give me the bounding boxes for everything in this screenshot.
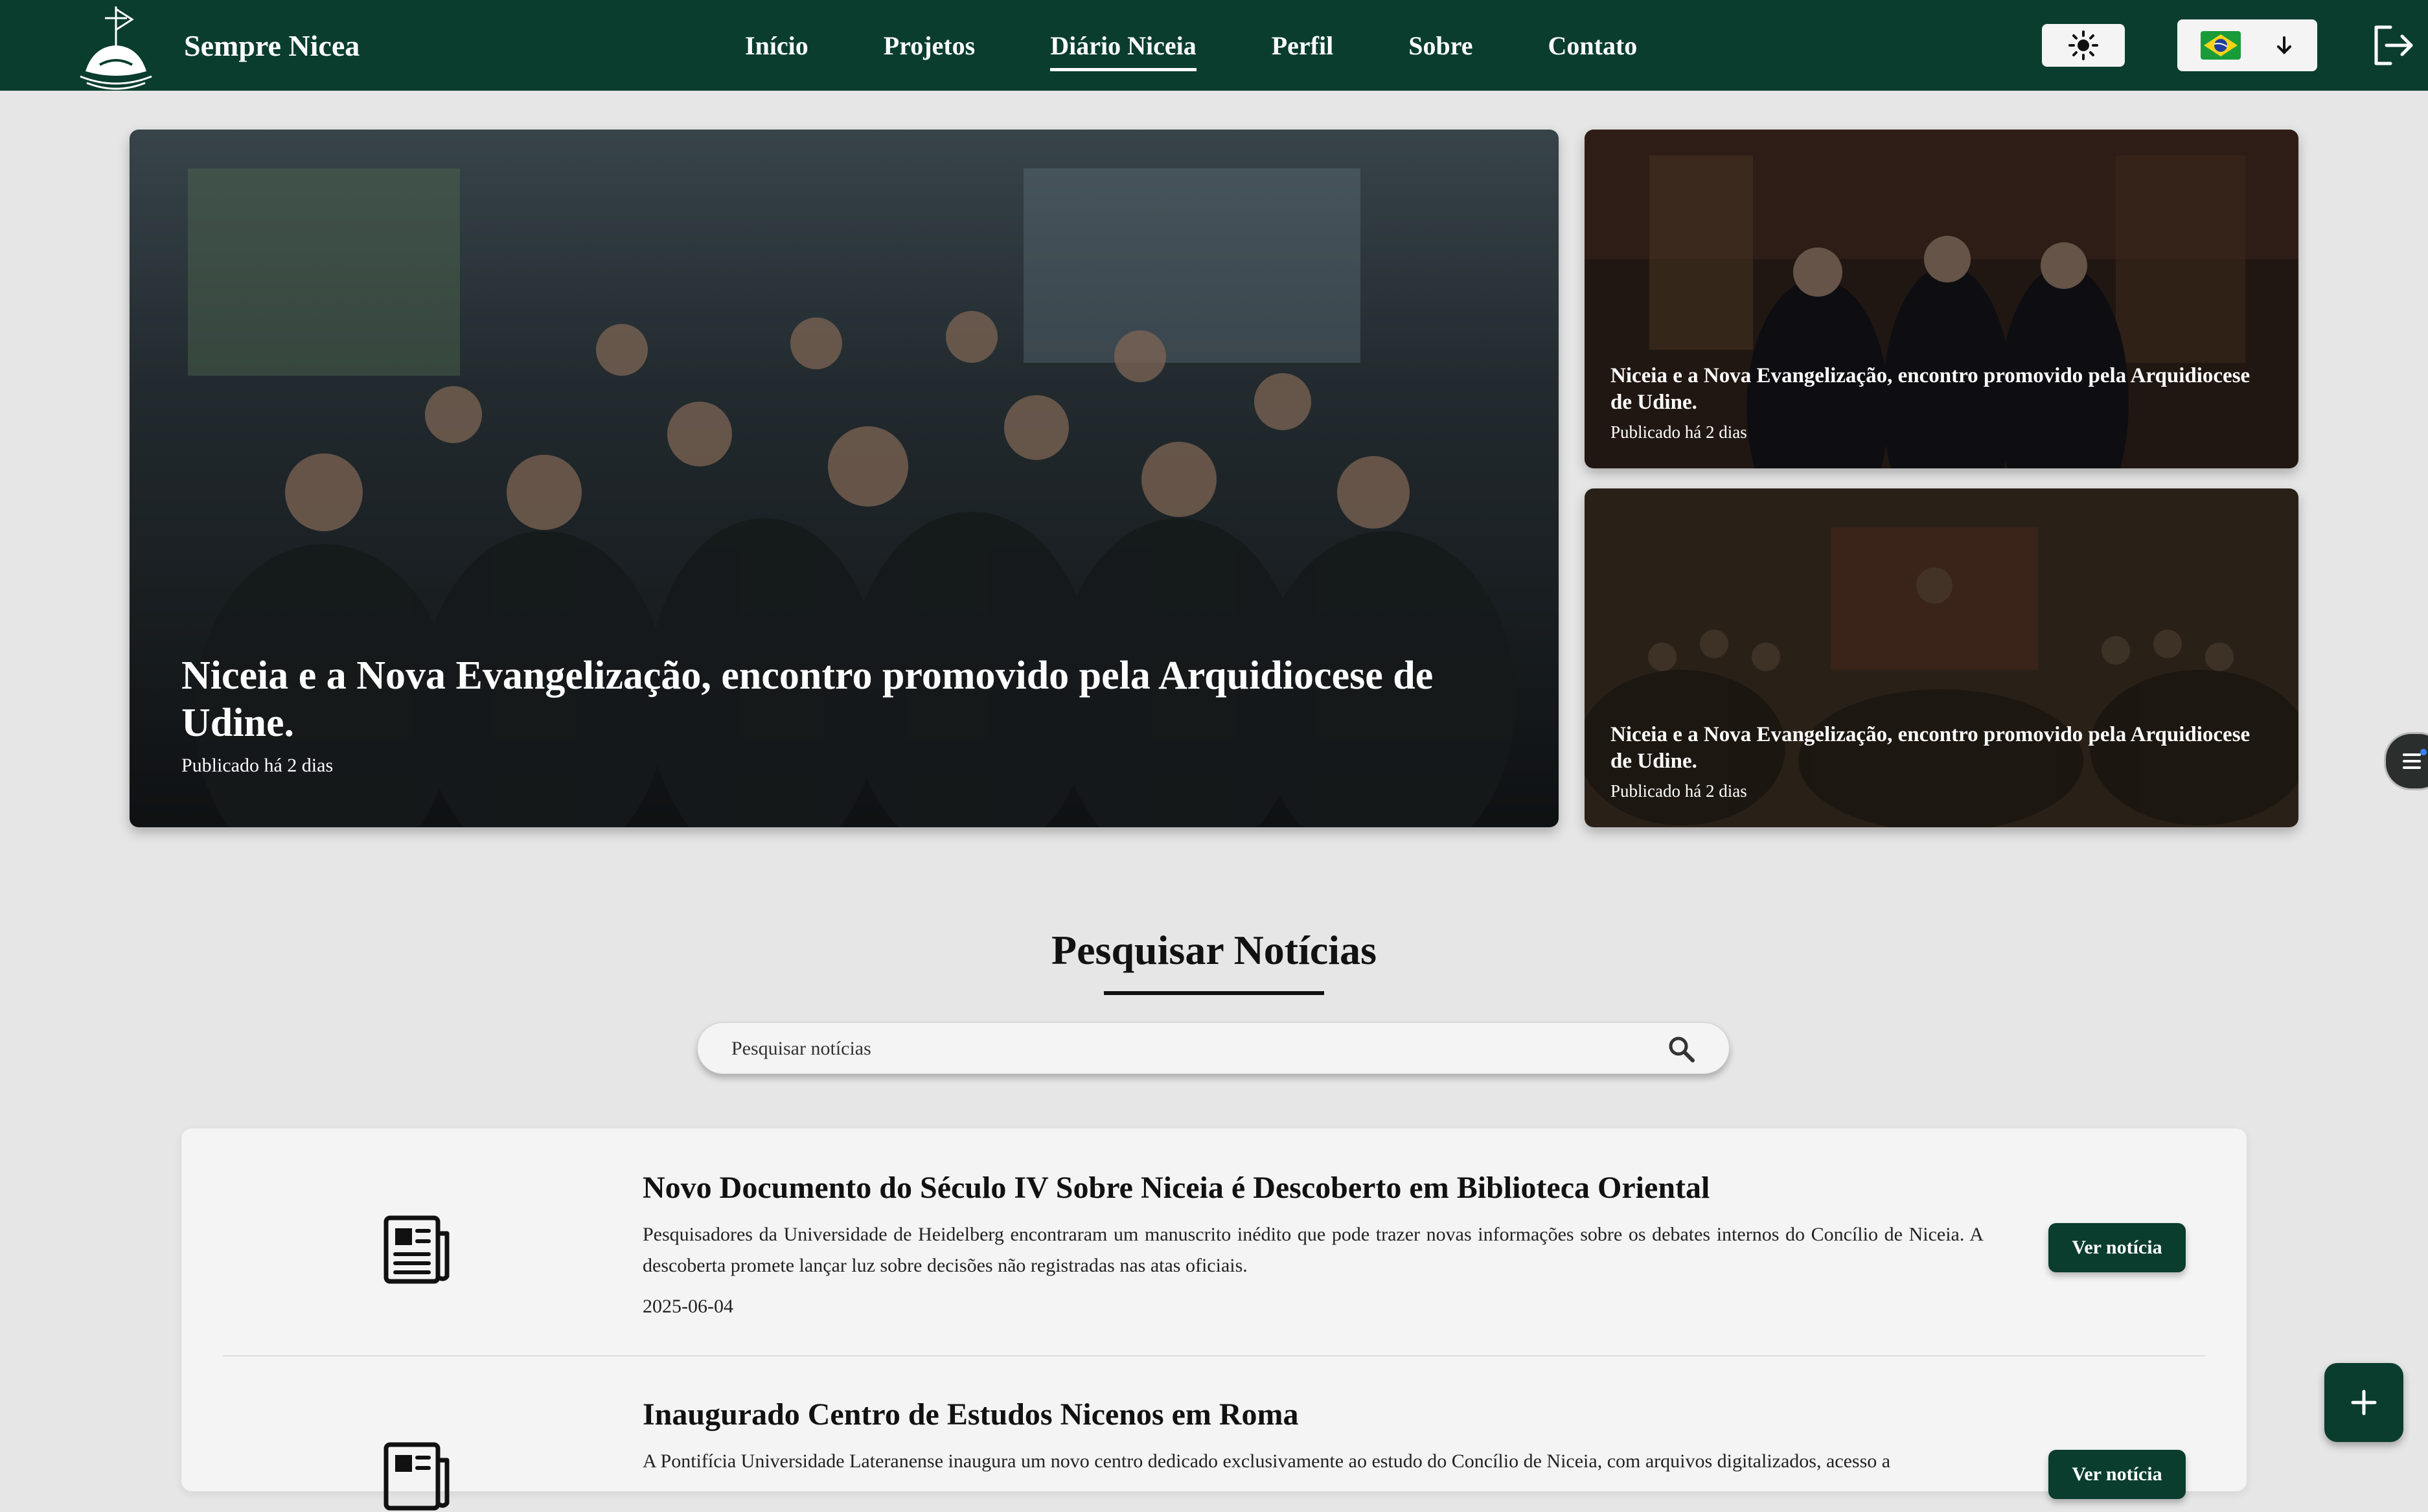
featured-main-card[interactable]: Niceia e a Nova Evangelização, encontro …: [130, 130, 1559, 827]
featured-side-card[interactable]: Niceia e a Nova Evangelização, encontro …: [1585, 130, 2298, 468]
sun-icon: [2068, 30, 2098, 60]
brand[interactable]: Sempre Nicea: [67, 0, 360, 91]
featured-main-title: Niceia e a Nova Evangelização, encontro …: [181, 653, 1434, 745]
news-summary: Pesquisadores da Universidade de Heidelb…: [643, 1224, 1984, 1276]
featured-side-date: Publicado há 2 dias: [1610, 781, 1747, 801]
featured-main-date: Publicado há 2 dias: [181, 755, 334, 776]
view-news-button[interactable]: Ver notícia: [2048, 1450, 2186, 1499]
search-input[interactable]: [730, 1023, 1666, 1075]
logout-icon: [2374, 25, 2413, 65]
nav-item-contato[interactable]: Contato: [1548, 27, 1638, 65]
theme-toggle-button[interactable]: [2042, 24, 2125, 67]
news-title[interactable]: Novo Documento do Século IV Sobre Niceia…: [643, 1170, 1710, 1206]
nav-item-diario-niceia[interactable]: Diário Niceia: [1050, 27, 1197, 71]
news-date: 2025-06-04: [643, 1296, 733, 1317]
side-panel-toggle[interactable]: [2384, 732, 2428, 790]
search-bar: [697, 1022, 1730, 1075]
featured-side-date: Publicado há 2 dias: [1610, 422, 1747, 442]
logout-button[interactable]: [2371, 23, 2415, 67]
search-icon[interactable]: [1667, 1035, 1695, 1063]
nav-item-inicio[interactable]: Início: [745, 27, 808, 65]
top-navbar: Sempre Nicea Início Projetos Diário Nice…: [0, 0, 2428, 91]
news-summary: A Pontifícia Universidade Lateranense in…: [643, 1450, 1891, 1472]
nav-item-sobre[interactable]: Sobre: [1408, 27, 1472, 65]
featured-side-caption: Niceia e a Nova Evangelização, encontro …: [1610, 722, 2258, 802]
brazil-flag-icon: [2201, 31, 2241, 60]
main-nav: Início Projetos Diário Niceia Perfil Sob…: [745, 0, 1712, 91]
ship-logo-icon: [80, 6, 152, 90]
view-news-button[interactable]: Ver notícia: [2048, 1223, 2186, 1272]
featured-side-card[interactable]: Niceia e a Nova Evangelização, encontro …: [1585, 488, 2298, 827]
brand-name: Sempre Nicea: [184, 29, 360, 62]
search-section-title: Pesquisar Notícias: [1051, 927, 1377, 973]
news-title[interactable]: Inaugurado Centro de Estudos Nicenos em …: [643, 1397, 1299, 1432]
news-list: Novo Documento do Século IV Sobre Niceia…: [181, 1128, 2247, 1511]
language-selector[interactable]: [2177, 19, 2317, 71]
menu-icon: [2403, 749, 2427, 769]
featured-side-caption: Niceia e a Nova Evangelização, encontro …: [1610, 363, 2258, 443]
add-news-button[interactable]: [2324, 1363, 2403, 1442]
news-divider: [223, 1355, 2205, 1357]
nav-item-projetos[interactable]: Projetos: [884, 27, 975, 65]
featured-side-title: Niceia e a Nova Evangelização, encontro …: [1610, 363, 2250, 414]
newspaper-icon: [384, 1442, 450, 1511]
plus-icon: [2351, 1390, 2377, 1415]
featured-side-title: Niceia e a Nova Evangelização, encontro …: [1610, 722, 2250, 773]
arrow-down-icon: [2277, 36, 2291, 54]
title-underline: [1104, 991, 1324, 995]
newspaper-icon: [384, 1215, 450, 1284]
nav-item-perfil[interactable]: Perfil: [1272, 27, 1334, 65]
featured-main-caption: Niceia e a Nova Evangelização, encontro …: [181, 652, 1503, 777]
